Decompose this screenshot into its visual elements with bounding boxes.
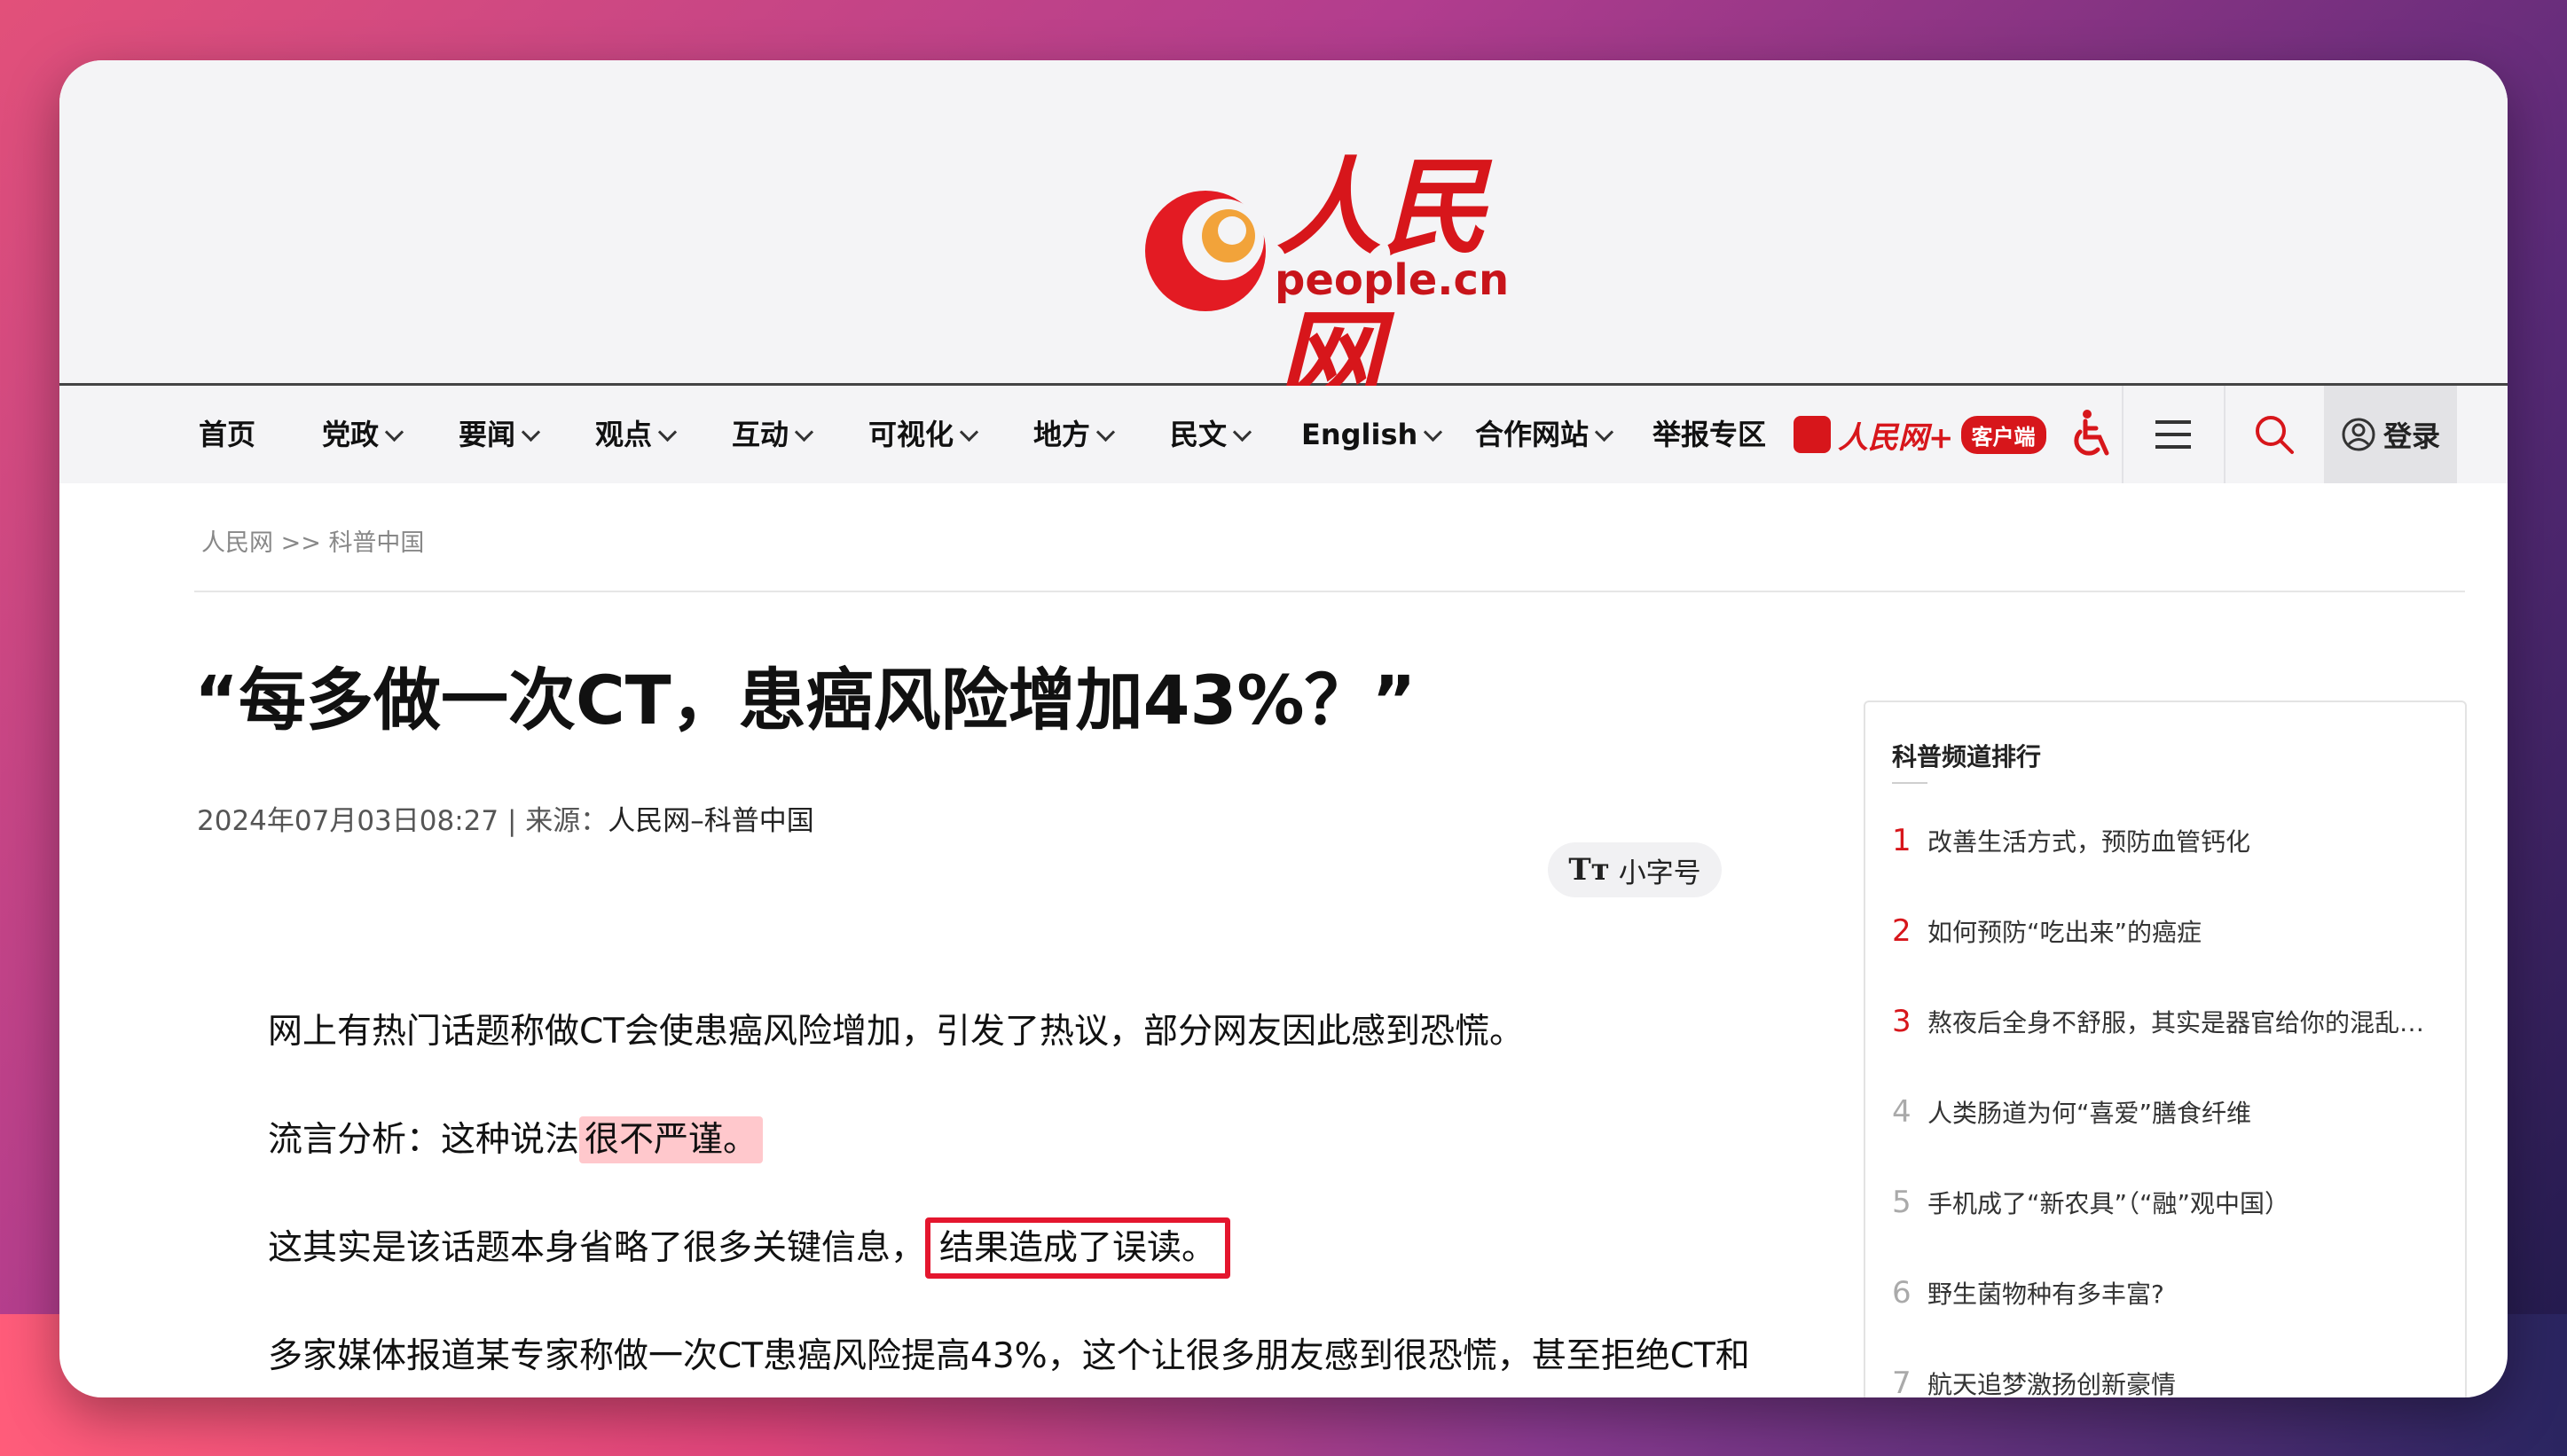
rank-title: 手机成了“新农具”（“融”观中国） xyxy=(1927,1189,2290,1218)
chevron-down-icon xyxy=(1424,422,1443,442)
rank-title: 野生菌物种有多丰富? xyxy=(1927,1280,2164,1309)
chevron-down-icon xyxy=(959,422,979,442)
rank-title: 改善生活方式，预防血管钙化 xyxy=(1927,827,2251,857)
rank-number: 1 xyxy=(1892,823,1912,858)
source-label: 来源： xyxy=(525,805,608,837)
rank-number: 5 xyxy=(1892,1185,1912,1220)
nav-item-report[interactable]: 举报专区 xyxy=(1652,386,1766,483)
nav-item-home[interactable]: 首页 xyxy=(199,386,255,483)
nav-item-ethnic[interactable]: 民文 xyxy=(1170,386,1252,483)
highlighted-text: 很不严谨。 xyxy=(579,1116,764,1163)
paragraph-text: 这其实是该话题本身省略了很多关键信息， xyxy=(268,1228,926,1268)
ranking-item[interactable]: 3 熬夜后全身不舒服，其实是器官给你的混乱… xyxy=(1892,1004,2442,1039)
nav-item-party[interactable]: 党政 xyxy=(322,386,404,483)
article-paragraph: 流言分析：这种说法 很不严谨。 xyxy=(197,1107,1758,1174)
nav-item-opinion[interactable]: 观点 xyxy=(595,386,678,483)
font-size-icon: Tт xyxy=(1568,852,1610,888)
ranking-item[interactable]: 7 航天追梦激扬创新豪情 xyxy=(1892,1366,2442,1397)
menu-button[interactable] xyxy=(2123,386,2224,483)
breadcrumb-section[interactable]: 科普中国 xyxy=(328,529,424,557)
app-tag: 客户端 xyxy=(1960,415,2046,454)
meta-separator: | xyxy=(506,805,517,837)
ranking-item[interactable]: 5 手机成了“新农具”（“融”观中国） xyxy=(1892,1185,2442,1220)
people-cn-logo[interactable]: 人民网 people.cn xyxy=(1142,122,1550,420)
ranking-sidebar: 科普频道排行 1 改善生活方式，预防血管钙化 2 如何预防“吃出来”的癌症 3 熬夜后… xyxy=(1864,701,2467,1397)
article-paragraph: 网上有热门话题称做CT会使患癌风险增加，引发了热议，部分网友因此感到恐慌。 xyxy=(268,1012,1525,1052)
search-icon xyxy=(2256,416,2294,454)
rank-title: 熬夜后全身不舒服，其实是器官给你的混乱… xyxy=(1927,1008,2425,1037)
paragraph-text: 流言分析：这种说法 xyxy=(268,1120,580,1160)
login-button[interactable]: 登录 xyxy=(2324,386,2457,483)
rank-number: 3 xyxy=(1892,1004,1912,1039)
wheelchair-icon xyxy=(2074,410,2109,456)
chevron-down-icon xyxy=(1594,422,1614,442)
login-label: 登录 xyxy=(2383,419,2440,453)
boxed-annotation: 结果造成了误读。 xyxy=(925,1217,1231,1279)
rank-number: 4 xyxy=(1892,1094,1912,1130)
ranking-item[interactable]: 4 人类肠道为何“喜爱”膳食纤维 xyxy=(1892,1094,2442,1130)
nav-item-partners[interactable]: 合作网站 xyxy=(1475,386,1614,483)
breadcrumb-divider xyxy=(194,591,2465,592)
article-title: “每多做一次CT，患癌风险增加43%？” xyxy=(194,661,1417,740)
font-size-toggle[interactable]: Tт 小字号 xyxy=(1548,842,1722,897)
nav-item-english[interactable]: English xyxy=(1301,386,1443,483)
breadcrumb-separator: >> xyxy=(280,529,321,557)
site-header: 人民网 people.cn xyxy=(59,60,2508,420)
logo-domain: people.cn xyxy=(1275,255,1510,305)
rank-title: 如何预防“吃出来”的癌症 xyxy=(1927,918,2202,947)
rank-number: 2 xyxy=(1892,913,1912,949)
nav-item-interactive[interactable]: 互动 xyxy=(732,386,814,483)
nav-item-news[interactable]: 要闻 xyxy=(459,386,541,483)
rank-title: 人类肠道为何“喜爱”膳食纤维 xyxy=(1927,1099,2252,1128)
nav-item-local[interactable]: 地方 xyxy=(1033,386,1116,483)
search-button[interactable] xyxy=(2225,386,2324,483)
app-logo-icon xyxy=(1794,416,1831,453)
sidebar-title: 科普频道排行 xyxy=(1892,742,2042,771)
user-icon xyxy=(2342,418,2375,451)
main-nav: 首页 党政 要闻 观点 互动 可视化 地方 民文 English 合作网站 举报… xyxy=(59,386,2508,483)
article-meta: 2024年07月03日08:27 | 来源：人民网–科普中国 xyxy=(197,798,814,838)
breadcrumb: 人民网 >> 科普中国 xyxy=(201,523,424,558)
ranking-item[interactable]: 1 改善生活方式，预防血管钙化 xyxy=(1892,823,2442,858)
app-download-badge[interactable]: 人民网+ 客户端 xyxy=(1794,386,2046,483)
chevron-down-icon xyxy=(657,422,678,442)
article-date: 2024年07月03日08:27 xyxy=(197,805,499,837)
rank-title: 航天追梦激扬创新豪情 xyxy=(1927,1370,2177,1397)
article-paragraph: 这其实是该话题本身省略了很多关键信息， 结果造成了误读。 xyxy=(197,1215,1758,1282)
app-name: 人民网+ xyxy=(1838,419,1954,456)
breadcrumb-home[interactable]: 人民网 xyxy=(201,529,273,557)
browser-window: 人民网 people.cn 首页 党政 要闻 观点 互动 可视化 地方 民文 E… xyxy=(59,60,2508,1397)
rank-number: 7 xyxy=(1892,1366,1912,1397)
chevron-down-icon xyxy=(1232,422,1252,442)
ranking-item[interactable]: 6 野生菌物种有多丰富? xyxy=(1892,1275,2442,1311)
ranking-item[interactable]: 2 如何预防“吃出来”的癌症 xyxy=(1892,913,2442,949)
font-size-label: 小字号 xyxy=(1618,857,1701,889)
nav-item-visualization[interactable]: 可视化 xyxy=(868,386,979,483)
chevron-down-icon xyxy=(521,422,541,442)
chevron-down-icon xyxy=(384,422,404,442)
hamburger-menu-icon xyxy=(2155,420,2191,449)
chevron-down-icon xyxy=(794,422,814,442)
article-paragraph: 多家媒体报道某专家称做一次CT患癌风险提高43%，这个让很多朋友感到很恐慌，甚至… xyxy=(268,1336,1750,1376)
chevron-down-icon xyxy=(1095,422,1116,442)
article-source[interactable]: 人民网–科普中国 xyxy=(608,805,814,837)
sidebar-title-underline xyxy=(1892,782,1927,784)
rank-number: 6 xyxy=(1892,1275,1912,1311)
logo-emblem-icon xyxy=(1145,191,1266,311)
